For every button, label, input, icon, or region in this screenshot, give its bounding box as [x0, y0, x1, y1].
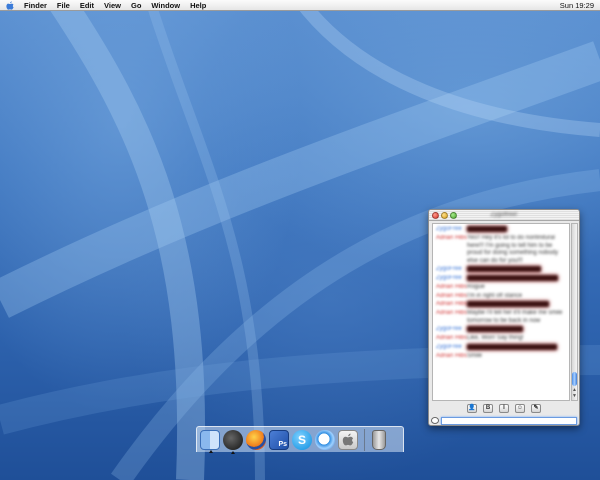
message-input[interactable] — [441, 416, 577, 425]
chat-message-sender: Adrian Hibs — [436, 301, 468, 308]
chat-message: Adrian Hibs Like, Won! Say thing! — [436, 335, 566, 343]
menu-go[interactable]: Go — [126, 0, 146, 11]
chat-message-sender: ZygoFree — [436, 266, 462, 273]
system-preferences-icon[interactable] — [338, 429, 358, 450]
speech-bubble-icon — [431, 417, 439, 424]
chat-message-body: Smile — [467, 352, 483, 359]
redacted-text — [467, 326, 523, 333]
chat-message-body — [467, 266, 566, 274]
safari-icon[interactable] — [315, 429, 335, 450]
scroll-down-arrow-icon[interactable]: ▼ — [572, 393, 577, 399]
chat-message-sender: Adrian Hibs — [436, 335, 468, 342]
chat-message-sender: ZygoFree — [436, 226, 462, 232]
attach-button[interactable]: ✎ — [531, 404, 541, 413]
photoshop-icon[interactable]: Ps — [269, 429, 289, 450]
apple-menu-icon[interactable] — [6, 0, 14, 10]
trash-icon[interactable] — [372, 429, 386, 450]
scrollbar-thumb[interactable] — [572, 372, 577, 386]
menu-finder[interactable]: Finder — [20, 0, 52, 11]
chat-window-title: Zygoffree! — [490, 212, 518, 218]
chat-message: Adrian Hibs Rogue — [436, 284, 566, 292]
chat-message: ZygoFree — [436, 226, 566, 234]
buddy-button[interactable]: 👤 — [467, 404, 477, 413]
chat-message-body: Like, Won! Say thing! — [467, 335, 524, 342]
chat-message-body — [467, 275, 566, 283]
menu-bar: Finder File Edit View Go Window Help Sun… — [0, 0, 600, 11]
chat-message: ZygoFree — [436, 275, 566, 283]
chat-message-sender: Adrian Hibs — [436, 235, 468, 242]
skype-icon[interactable]: S — [292, 429, 312, 450]
chat-message: Adrian Hibs Smile — [436, 353, 566, 361]
ichat-icon[interactable] — [223, 429, 243, 454]
chat-message-body: I'm in right off stance — [467, 292, 523, 299]
chat-message-sender: ZygoFree — [436, 343, 462, 350]
dock: Ps S — [196, 426, 404, 454]
chat-message-sender: Adrian Hibs — [436, 292, 468, 299]
chat-message-sender: ZygoFree — [436, 326, 462, 333]
chat-message: ZygoFree — [436, 266, 566, 274]
chat-message-body: Maybe I'll tell her it'll make me smile … — [467, 310, 563, 324]
menu-file[interactable]: File — [52, 0, 75, 11]
firefox-icon[interactable] — [246, 429, 266, 450]
running-indicator-icon — [231, 450, 235, 454]
chat-message-sender: Adrian Hibs — [436, 310, 468, 317]
chat-message-body — [467, 326, 566, 334]
chat-transcript[interactable]: ZygoFree Adrian Hibs Yes!! Hey it's lol to… — [432, 223, 570, 401]
finder-icon[interactable] — [200, 429, 220, 453]
chat-window: Zygoffree! ZygoFree Adrian Hibs Yes!! Hey … — [428, 209, 580, 426]
chat-message-body: Rogue — [467, 284, 485, 291]
redacted-text — [467, 343, 557, 350]
redacted-text — [467, 301, 549, 308]
chat-message: Adrian Hibs Maybe I'll tell her it'll mak… — [436, 310, 566, 325]
chat-toolbar: 👤 B I ☺ ✎ — [429, 403, 579, 414]
chat-message-sender: ZygoFree — [436, 275, 462, 282]
chat-message-body — [467, 301, 566, 309]
chat-message-sender: Adrian Hibs — [436, 352, 468, 359]
dock-separator — [364, 428, 365, 451]
chat-message: Adrian Hibs I'm in right off stance — [436, 293, 566, 301]
smiley-button[interactable]: ☺ — [515, 404, 525, 413]
chat-message: Adrian Hibs Yes!! Hey it's lol to do nonf… — [436, 235, 566, 265]
chat-titlebar[interactable]: Zygoffree! — [429, 210, 579, 221]
menu-edit[interactable]: Edit — [75, 0, 99, 11]
transcript-scrollbar[interactable]: ▲ ▼ — [571, 223, 578, 401]
italic-button[interactable]: I — [499, 404, 509, 413]
chat-message-body: Yes!! Hey it's lol to do nonfinitural he… — [467, 235, 559, 264]
chat-message-body — [467, 226, 566, 234]
redacted-text — [467, 275, 558, 282]
menu-window[interactable]: Window — [146, 0, 185, 11]
menu-clock[interactable]: Sun 19:29 — [560, 1, 600, 10]
redacted-text — [467, 226, 507, 232]
chat-input-row — [431, 416, 577, 425]
running-indicator-icon — [209, 449, 213, 453]
bold-button[interactable]: B — [483, 404, 493, 413]
menu-help[interactable]: Help — [185, 0, 211, 11]
chat-message: ZygoFree — [436, 343, 566, 352]
chat-message: Adrian Hibs — [436, 301, 566, 309]
chat-message-sender: Adrian Hibs — [436, 284, 468, 291]
redacted-text — [467, 266, 541, 273]
chat-message-body — [467, 343, 566, 352]
chat-message: ZygoFree — [436, 326, 566, 334]
menu-view[interactable]: View — [99, 0, 126, 11]
